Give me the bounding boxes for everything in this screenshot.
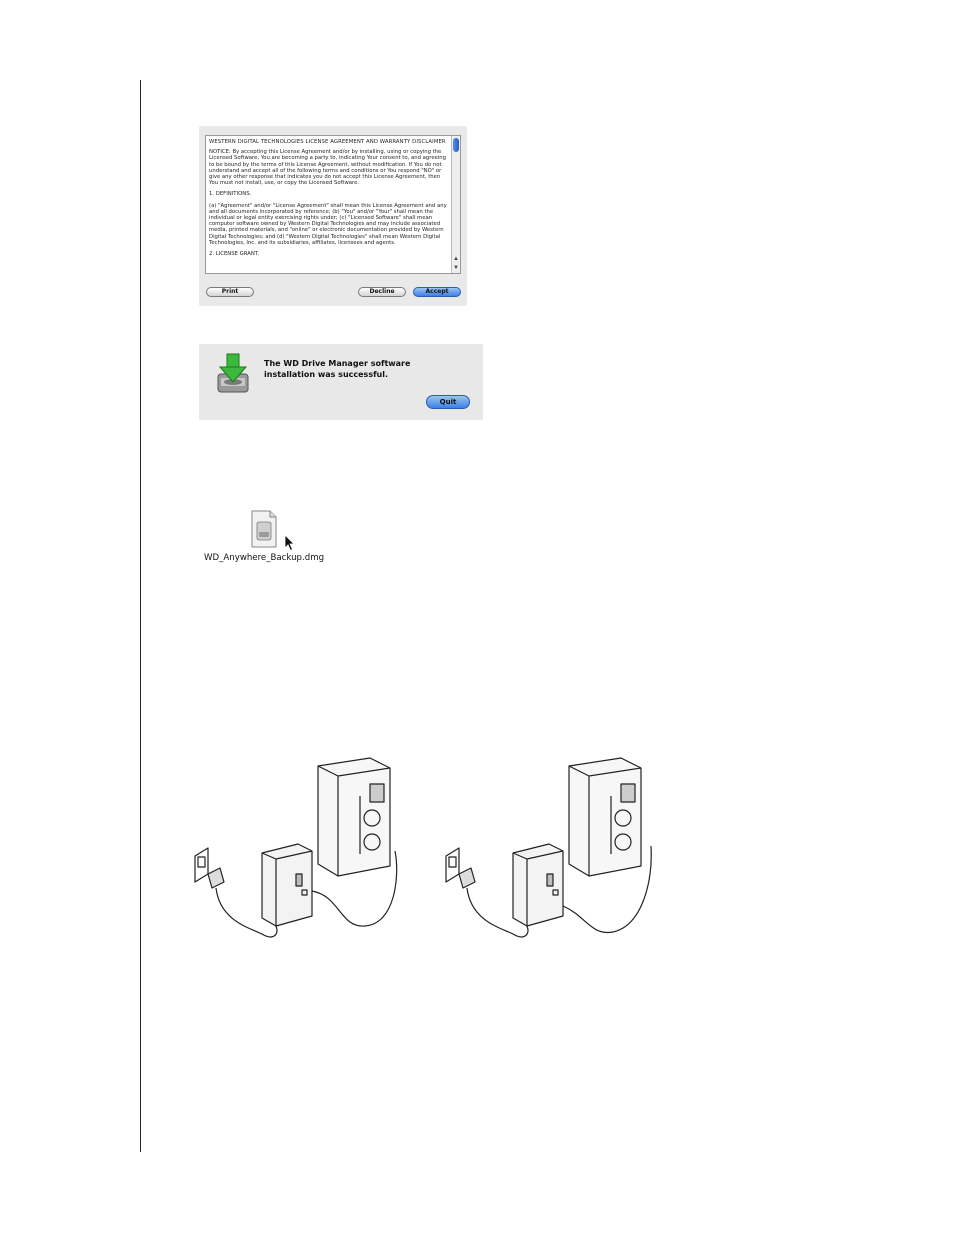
license-dialog: WESTERN DIGITAL TECHNOLOGIES LICENSE AGR… <box>199 126 467 306</box>
dmg-file-item[interactable]: WD_Anywhere_Backup.dmg <box>196 508 336 568</box>
scroll-up-arrow-icon[interactable]: ▲ <box>452 255 460 264</box>
license-title: WESTERN DIGITAL TECHNOLOGIES LICENSE AGR… <box>209 139 446 145</box>
mouse-cursor-icon <box>284 534 295 552</box>
install-success-dialog: The WD Drive Manager software installati… <box>199 344 483 420</box>
license-scrollbar[interactable]: ▲ ▼ <box>451 136 460 273</box>
drive-connection-illustration-alt <box>445 757 652 938</box>
license-paragraph: 2. LICENSE GRANT. <box>209 251 260 258</box>
drive-connection-illustration <box>194 757 398 938</box>
success-message: The WD Drive Manager software installati… <box>264 359 411 379</box>
license-text: WESTERN DIGITAL TECHNOLOGIES LICENSE AGR… <box>209 139 448 273</box>
dmg-file-icon[interactable] <box>250 510 278 548</box>
license-text-area[interactable]: WESTERN DIGITAL TECHNOLOGIES LICENSE AGR… <box>205 135 461 274</box>
margin-rule <box>140 80 141 1152</box>
decline-button[interactable]: Decline <box>358 287 406 297</box>
accept-button[interactable]: Accept <box>413 287 461 297</box>
license-paragraph: (a) "Agreement" and/or "License Agreemen… <box>209 202 447 246</box>
quit-button[interactable]: Quit <box>426 395 470 409</box>
scroll-thumb[interactable] <box>453 138 459 152</box>
license-paragraph: NOTICE: By accepting this License Agreem… <box>209 149 447 187</box>
installer-disk-icon <box>217 353 249 393</box>
print-button[interactable]: Print <box>206 287 254 297</box>
dmg-file-name[interactable]: WD_Anywhere_Backup.dmg <box>196 553 336 563</box>
license-paragraph: 1. DEFINITIONS. <box>209 191 252 198</box>
scroll-down-arrow-icon[interactable]: ▼ <box>452 264 460 273</box>
